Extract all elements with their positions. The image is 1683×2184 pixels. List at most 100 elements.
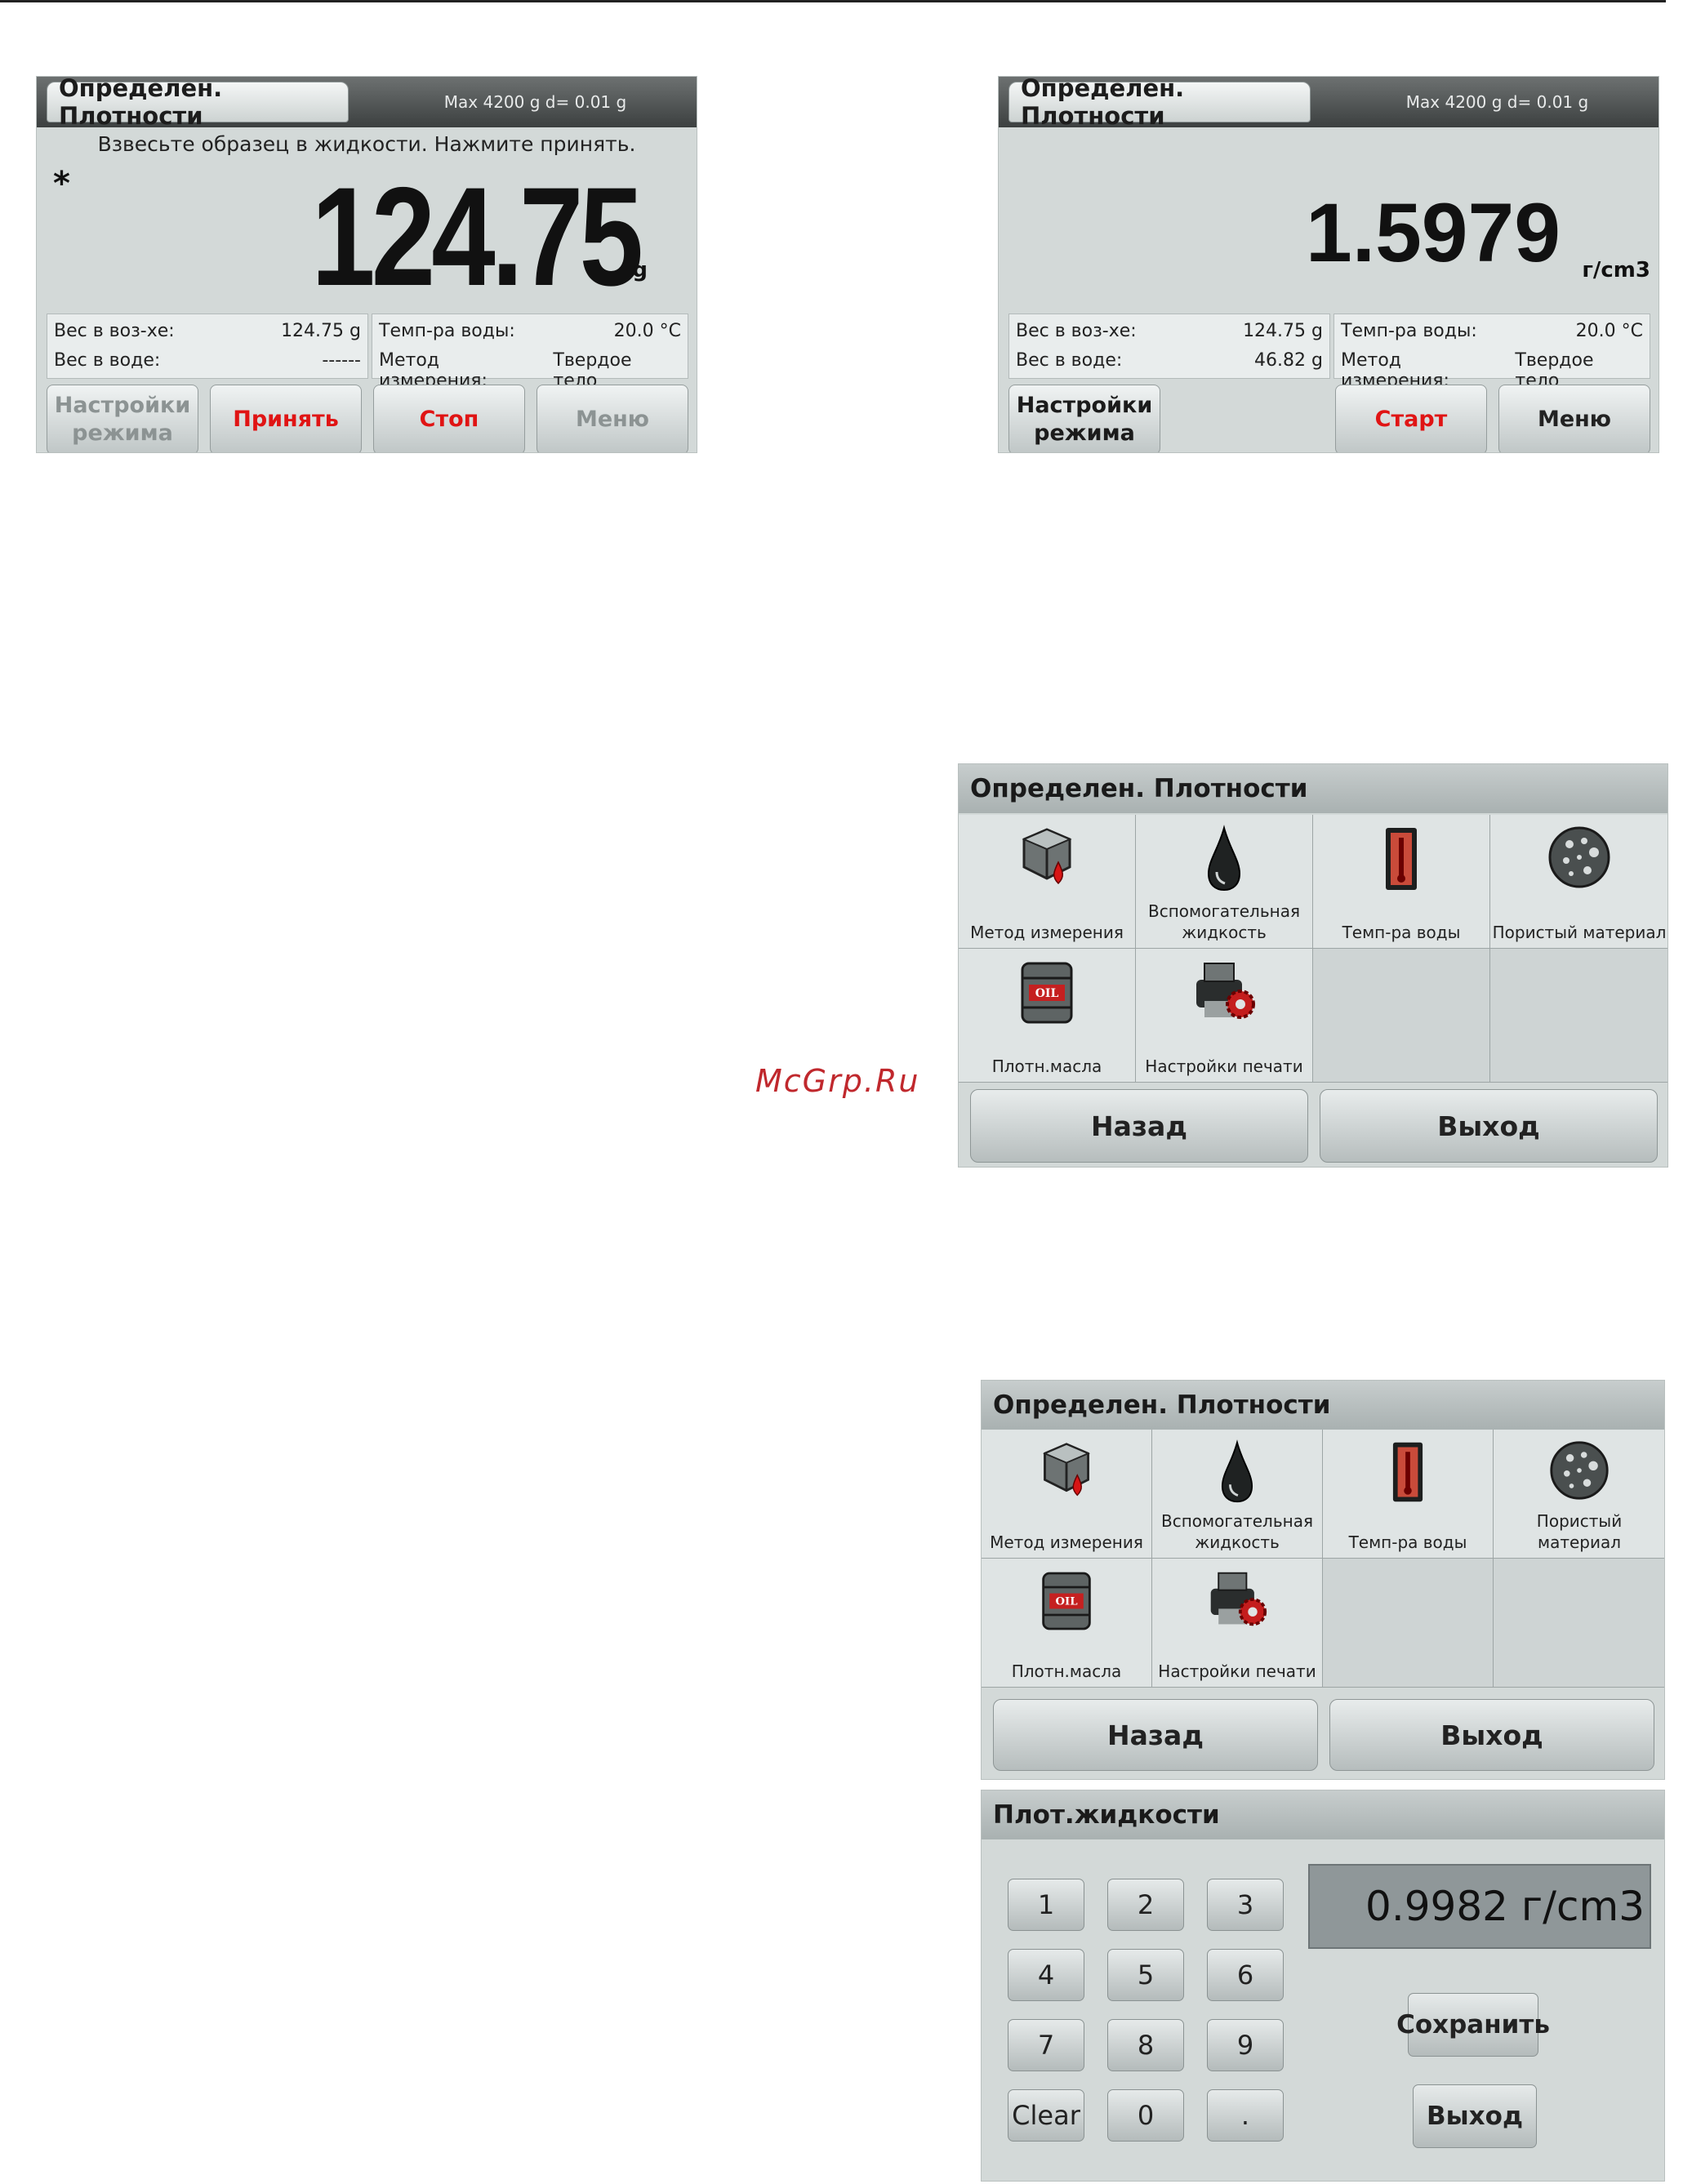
mode-settings-button[interactable]: Настройки режима: [47, 385, 198, 452]
back-button[interactable]: Назад: [993, 1699, 1318, 1771]
weight-air-value: 124.75 g: [281, 321, 361, 341]
menu-item-label: Пористый материал: [1536, 1511, 1623, 1552]
capacity-info: Max 4200 g d= 0.01 g: [443, 92, 627, 112]
start-button[interactable]: Старт: [1335, 385, 1487, 452]
menu-item-water-temp[interactable]: Темп-ра воды: [1313, 815, 1490, 949]
menu-item-label: Пористый материал: [1492, 923, 1667, 942]
printer-gear-icon: [1203, 1568, 1271, 1635]
info-right: Темп-ра воды: 20.0 °C Метод измерения: Тве…: [372, 314, 688, 391]
menu-item-label: Темп-ра воды: [1342, 923, 1461, 942]
thermometer-icon: [1382, 825, 1420, 898]
cube-drop-icon: [1016, 825, 1078, 896]
instruction-message: Взвесьте образец в жидкости. Нажмите при…: [97, 132, 636, 156]
menu-item-method[interactable]: Метод измерения: [959, 815, 1136, 949]
weight-air-value: 124.75 g: [1243, 321, 1323, 341]
menu-item-oil-density[interactable]: OIL Плотн.масла: [959, 949, 1136, 1083]
key-8[interactable]: 8: [1107, 2019, 1184, 2071]
water-temp-label: Темп-ра воды:: [379, 321, 515, 341]
svg-text:OIL: OIL: [1035, 987, 1059, 1000]
porous-ball-icon: [1548, 1439, 1610, 1506]
menu-item-print-settings[interactable]: Настройки печати: [1136, 949, 1313, 1083]
porous-ball-icon: [1547, 825, 1612, 895]
info-left: Вес в воз-хе: 124.75 g Вес в воде: ------: [47, 314, 368, 379]
stop-button[interactable]: Стоп: [373, 385, 525, 452]
menu-item-method[interactable]: Метод измерения: [982, 1430, 1152, 1559]
svg-text:OIL: OIL: [1056, 1596, 1078, 1608]
weighing-screen-1: Определен. Плотности Max 4200 g d= 0.01 …: [36, 76, 697, 453]
info-right: Темп-ра воды: 20.0 °C Метод измерения: Тве…: [1333, 314, 1650, 391]
key-7[interactable]: 7: [1008, 2019, 1084, 2071]
exit-button[interactable]: Выход: [1329, 1699, 1654, 1771]
key-clear[interactable]: Clear: [1008, 2089, 1084, 2142]
header-bar: Определен. Плотности Max 4200 g d= 0.01 …: [37, 77, 697, 130]
key-4[interactable]: 4: [1008, 1949, 1084, 2001]
menu-title: Определен. Плотности: [982, 1381, 1664, 1430]
density-unit: г/cm3: [1582, 258, 1650, 282]
menu-empty-cell: [1323, 1559, 1494, 1688]
weight-water-value: 46.82 g: [1254, 350, 1323, 371]
application-tab[interactable]: Определен. Плотности: [47, 77, 349, 130]
key-1[interactable]: 1: [1008, 1879, 1084, 1931]
stable-indicator: *: [53, 165, 70, 202]
exit-button[interactable]: Выход: [1413, 2084, 1537, 2148]
key-6[interactable]: 6: [1207, 1949, 1284, 2001]
liquid-density-keypad: Плот.жидкости 1 2 3 4 5 6 7 8 9 Clear 0 …: [981, 1790, 1665, 2182]
weight-water-label: Вес в воде:: [54, 350, 161, 371]
menu-item-aux-liquid[interactable]: Вспомогательная жидкость: [1152, 1430, 1323, 1559]
oil-barrel-icon: OIL: [1039, 1568, 1094, 1639]
printer-gear-icon: [1188, 959, 1260, 1029]
menu-item-porous[interactable]: Пористый материал: [1490, 815, 1667, 949]
top-rule: [0, 0, 1666, 2]
menu-item-label: Настройки печати: [1158, 1661, 1316, 1681]
mode-settings-button[interactable]: Настройки режима: [1008, 385, 1160, 452]
header-bar: Определен. Плотности Max 4200 g d= 0.01 …: [999, 77, 1659, 130]
drop-icon: [1204, 825, 1244, 898]
menu-item-label: Плотн.масла: [1011, 1661, 1122, 1681]
exit-button[interactable]: Выход: [1320, 1089, 1658, 1163]
accept-button[interactable]: Принять: [210, 385, 362, 452]
key-0[interactable]: 0: [1107, 2089, 1184, 2142]
water-temp-value: 20.0 °C: [613, 321, 681, 341]
menu-title: Определен. Плотности: [959, 764, 1667, 813]
weight-air-label: Вес в воз-хе:: [1016, 321, 1137, 341]
menu-item-label: Метод измерения: [990, 1532, 1143, 1552]
menu-button[interactable]: Меню: [1498, 385, 1650, 452]
menu-item-porous[interactable]: Пористый материал: [1494, 1430, 1664, 1559]
info-left: Вес в воз-хе: 124.75 g Вес в воде: 46.82 g: [1008, 314, 1330, 379]
key-9[interactable]: 9: [1207, 2019, 1284, 2071]
application-tab[interactable]: Определен. Плотности: [1008, 77, 1311, 130]
menu-item-oil-density[interactable]: OIL Плотн.масла: [982, 1559, 1152, 1688]
menu-item-aux-liquid[interactable]: Вспомогательная жидкость: [1136, 815, 1313, 949]
menu-button[interactable]: Меню: [537, 385, 688, 452]
drop-icon: [1218, 1439, 1257, 1510]
thermometer-icon: [1390, 1439, 1426, 1510]
key-5[interactable]: 5: [1107, 1949, 1184, 2001]
key-3[interactable]: 3: [1207, 1879, 1284, 1931]
menu-empty-cell: [1490, 949, 1667, 1083]
menu-item-print-settings[interactable]: Настройки печати: [1152, 1559, 1323, 1688]
menu-item-label: Плотн.масла: [991, 1056, 1102, 1076]
back-button[interactable]: Назад: [970, 1089, 1308, 1163]
capacity-info: Max 4200 g d= 0.01 g: [1405, 92, 1589, 112]
density-menu-screen-2: Определен. Плотности Метод измерения Всп…: [981, 1380, 1665, 1780]
menu-item-label: Темп-ра воды: [1348, 1532, 1467, 1552]
menu-item-label: Вспомогательная жидкость: [1147, 901, 1300, 942]
weight-water-label: Вес в воде:: [1016, 350, 1123, 371]
weight-water-value: ------: [322, 350, 361, 371]
keypad-title: Плот.жидкости: [982, 1790, 1664, 1839]
watermark: McGrp.Ru: [755, 1063, 920, 1099]
menu-empty-cell: [1494, 1559, 1664, 1688]
main-reading: 124.75: [311, 158, 643, 315]
menu-item-water-temp[interactable]: Темп-ра воды: [1323, 1430, 1494, 1559]
density-menu-screen-1: Определен. Плотности Метод измерения Всп…: [958, 763, 1668, 1168]
menu-empty-cell: [1313, 949, 1490, 1083]
key-decimal[interactable]: .: [1207, 2089, 1284, 2142]
reading-unit: g: [632, 258, 648, 282]
menu-item-label: Метод измерения: [970, 923, 1124, 942]
weight-air-label: Вес в воз-хе:: [54, 321, 175, 341]
water-temp-value: 20.0 °C: [1575, 321, 1643, 341]
oil-barrel-icon: OIL: [1017, 959, 1076, 1032]
water-temp-label: Темп-ра воды:: [1341, 321, 1477, 341]
save-button[interactable]: Сохранить: [1396, 1993, 1550, 2057]
key-2[interactable]: 2: [1107, 1879, 1184, 1931]
